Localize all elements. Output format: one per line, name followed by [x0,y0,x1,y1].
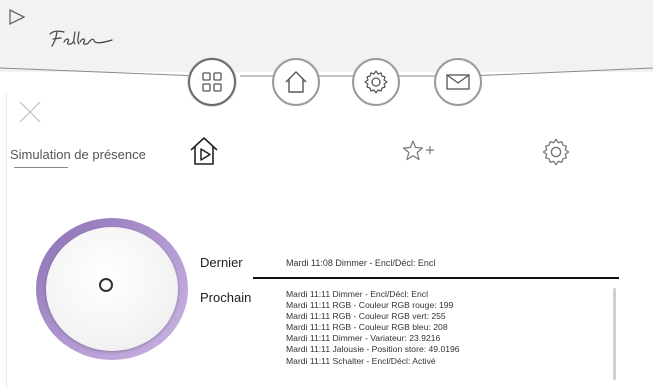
list-item: Mardi 11:11 RGB - Couleur RGB bleu: 208 [286,322,448,333]
next-entries-list: Mardi 11:11 Dimmer - Encl/Décl: Encl Mar… [286,289,596,385]
simulation-dial-ring [36,218,188,360]
list-item: Mardi 11:11 RGB - Couleur RGB rouge: 199 [286,300,454,311]
list-scrollbar[interactable] [613,288,616,380]
home-icon [285,71,307,93]
list-item: Mardi 11:11 Schalter - Encl/Décl: Activé [286,355,436,366]
last-entry: Mardi 11:08 Dimmer - Encl/Décl: Encl [286,258,436,268]
grid-icon [202,72,222,92]
nav-connector-line [0,67,653,77]
gear-icon [364,70,388,94]
nav-grid-button[interactable] [188,58,236,106]
last-label: Dernier [200,255,243,270]
next-label: Prochain [200,290,252,305]
close-icon[interactable] [18,100,42,124]
nav-settings-button[interactable] [352,58,400,106]
tab-add-favorite[interactable] [402,139,436,165]
nav-home-button[interactable] [272,58,320,106]
simulation-dial[interactable] [46,227,178,351]
list-item: Mardi 11:11 Dimmer - Encl/Décl: Encl [286,289,428,299]
power-toggle-button[interactable] [99,278,113,292]
feller-logo [49,30,113,47]
page-title: Simulation de présence [10,147,146,162]
tab-simulation-play[interactable] [188,134,222,168]
tab-settings[interactable] [541,137,571,167]
list-item: Mardi 11:11 Dimmer - Variateur: 23.9216 [286,333,441,344]
play-icon[interactable] [8,8,26,26]
mail-icon [446,74,470,90]
list-item: Mardi 11:11 Jalousie - Position store: 4… [286,344,460,355]
nav-messages-button[interactable] [434,58,482,106]
title-underline [14,167,68,168]
list-item: Mardi 11:11 RGB - Couleur RGB vert: 255 [286,311,446,322]
section-divider [253,277,619,279]
